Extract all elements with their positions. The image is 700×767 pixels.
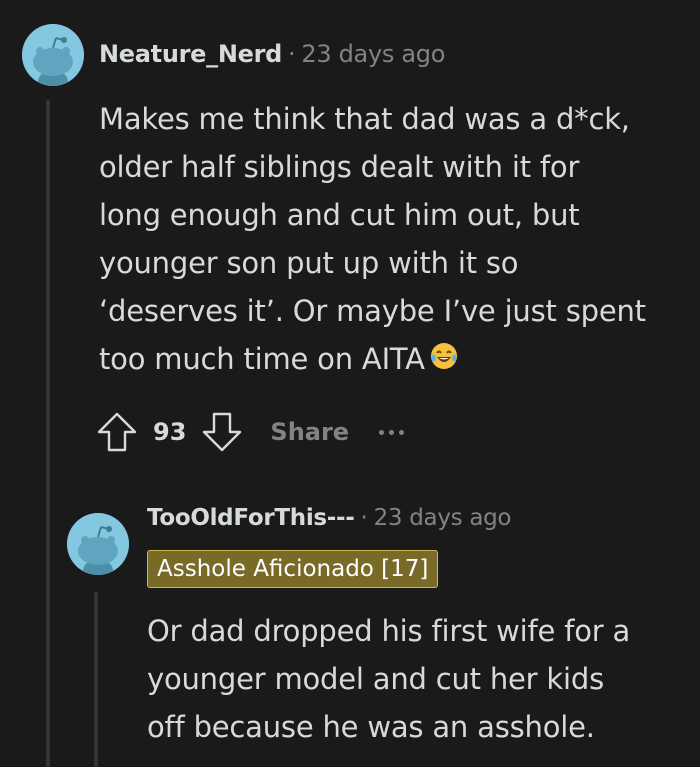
comment-meta: Neature_Nerd · 23 days ago xyxy=(99,40,445,68)
upvote-arrow-icon[interactable] xyxy=(95,410,139,454)
comment-body: Makes me think that dad was a d*ck, olde… xyxy=(99,95,646,385)
comment-line: Or dad dropped his first wife for a xyxy=(147,614,631,648)
comment-line-last: too much time on AITA xyxy=(99,335,646,385)
thread-collapse-line[interactable] xyxy=(94,592,98,767)
comment-actions: 93 Share xyxy=(95,408,405,456)
timestamp[interactable]: 23 days ago xyxy=(301,40,445,68)
comment-line: long enough and cut him out, but xyxy=(99,198,580,232)
share-button[interactable]: Share xyxy=(270,418,349,446)
comment-meta: TooOldForThis--- · 23 days ago xyxy=(147,505,512,531)
snoo-avatar-icon xyxy=(67,513,129,575)
downvote-arrow-icon[interactable] xyxy=(200,410,244,454)
thread-collapse-line[interactable] xyxy=(46,100,50,767)
meta-separator: · xyxy=(360,505,368,531)
comment-line: younger son put up with it so xyxy=(99,246,519,280)
snoo-avatar-icon xyxy=(22,24,84,86)
comment-line: ‘deserves it’. Or maybe I’ve just spent xyxy=(99,294,646,328)
avatar[interactable] xyxy=(22,24,84,86)
comment-line: younger model and cut her kids xyxy=(147,662,604,696)
comment-body: Or dad dropped his first wife for a youn… xyxy=(147,607,630,751)
vote-count: 93 xyxy=(153,418,187,446)
face-with-tears-of-joy-icon xyxy=(429,337,459,385)
username[interactable]: Neature_Nerd xyxy=(99,40,282,68)
more-options-icon[interactable] xyxy=(379,429,405,435)
comment-thread: Neature_Nerd · 23 days ago Makes me think … xyxy=(0,0,700,767)
comment-line: off because he was an asshole. xyxy=(147,710,595,744)
username[interactable]: TooOldForThis--- xyxy=(147,505,355,531)
user-flair-badge: Asshole Aficionado [17] xyxy=(147,550,439,588)
comment-line: too much time on AITA xyxy=(99,342,425,376)
comment-line: Makes me think that dad was a d*ck, xyxy=(99,102,630,136)
timestamp[interactable]: 23 days ago xyxy=(374,505,512,531)
avatar[interactable] xyxy=(67,513,129,575)
comment-line: older half siblings dealt with it for xyxy=(99,150,580,184)
meta-separator: · xyxy=(288,40,296,68)
